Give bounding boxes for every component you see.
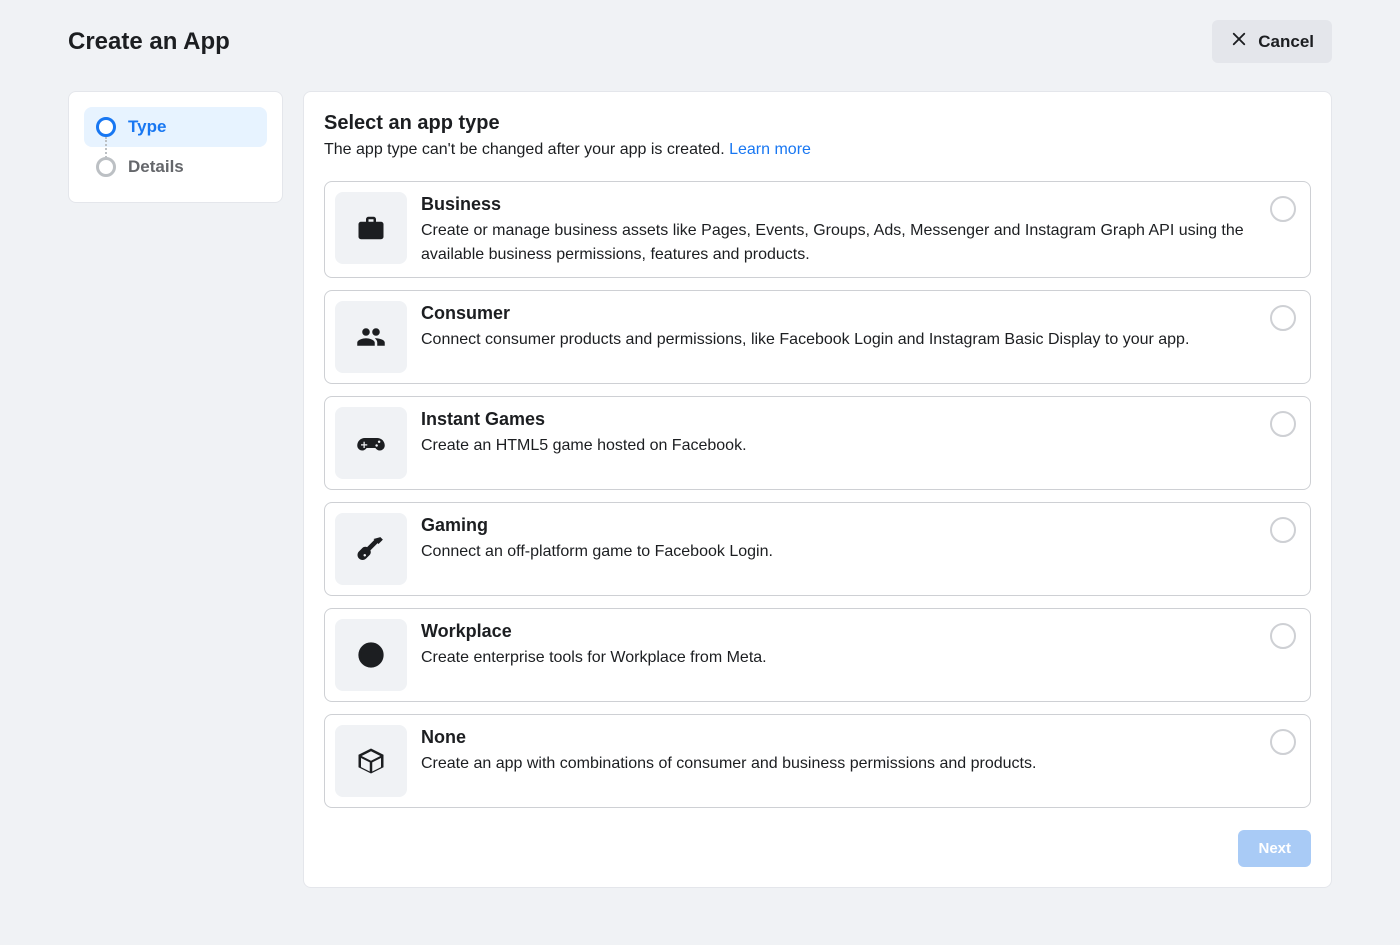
option-radio[interactable] (1270, 196, 1296, 222)
main-heading: Select an app type (324, 112, 1311, 135)
option-body: Gaming Connect an off-platform game to F… (421, 513, 1256, 564)
users-icon (335, 301, 407, 373)
sidebar: Type Details (68, 91, 283, 203)
option-desc: Create enterprise tools for Workplace fr… (421, 646, 1256, 670)
step-label: Details (128, 157, 184, 177)
cancel-button[interactable]: Cancel (1212, 20, 1332, 63)
option-consumer[interactable]: Consumer Connect consumer products and p… (324, 290, 1311, 384)
footer: Next (324, 830, 1311, 867)
step-circle-icon (96, 117, 116, 137)
option-desc: Create an app with combinations of consu… (421, 752, 1256, 776)
page-title: Create an App (68, 28, 230, 56)
step-circle-icon (96, 157, 116, 177)
next-button[interactable]: Next (1238, 830, 1311, 867)
option-title: Instant Games (421, 409, 1256, 430)
option-gaming[interactable]: Gaming Connect an off-platform game to F… (324, 502, 1311, 596)
option-radio[interactable] (1270, 517, 1296, 543)
option-radio[interactable] (1270, 411, 1296, 437)
option-workplace[interactable]: Workplace Create enterprise tools for Wo… (324, 608, 1311, 702)
close-icon (1230, 30, 1248, 53)
option-body: None Create an app with combinations of … (421, 725, 1256, 776)
guitar-icon (335, 513, 407, 585)
step-type[interactable]: Type (84, 107, 267, 147)
option-title: Gaming (421, 515, 1256, 536)
option-none[interactable]: None Create an app with combinations of … (324, 714, 1311, 808)
option-radio[interactable] (1270, 305, 1296, 331)
subtext-text: The app type can't be changed after your… (324, 141, 729, 158)
option-business[interactable]: Business Create or manage business asset… (324, 181, 1311, 278)
gamepad-icon (335, 407, 407, 479)
cancel-label: Cancel (1258, 32, 1314, 52)
layout: Type Details Select an app type The app … (68, 91, 1332, 888)
option-desc: Create an HTML5 game hosted on Facebook. (421, 434, 1256, 458)
option-title: Workplace (421, 621, 1256, 642)
option-instant-games[interactable]: Instant Games Create an HTML5 game hoste… (324, 396, 1311, 490)
option-radio[interactable] (1270, 623, 1296, 649)
step-label: Type (128, 117, 166, 137)
main-panel: Select an app type The app type can't be… (303, 91, 1332, 888)
cube-icon (335, 725, 407, 797)
option-body: Instant Games Create an HTML5 game hoste… (421, 407, 1256, 458)
main-subtext: The app type can't be changed after your… (324, 141, 1311, 159)
learn-more-link[interactable]: Learn more (729, 141, 811, 158)
workplace-icon (335, 619, 407, 691)
option-title: Business (421, 194, 1256, 215)
option-title: Consumer (421, 303, 1256, 324)
option-desc: Connect an off-platform game to Facebook… (421, 540, 1256, 564)
option-body: Workplace Create enterprise tools for Wo… (421, 619, 1256, 670)
step-details[interactable]: Details (84, 147, 267, 187)
option-body: Consumer Connect consumer products and p… (421, 301, 1256, 352)
briefcase-icon (335, 192, 407, 264)
option-radio[interactable] (1270, 729, 1296, 755)
option-desc: Connect consumer products and permission… (421, 328, 1256, 352)
option-desc: Create or manage business assets like Pa… (421, 219, 1256, 267)
option-title: None (421, 727, 1256, 748)
option-body: Business Create or manage business asset… (421, 192, 1256, 267)
header: Create an App Cancel (68, 20, 1332, 63)
